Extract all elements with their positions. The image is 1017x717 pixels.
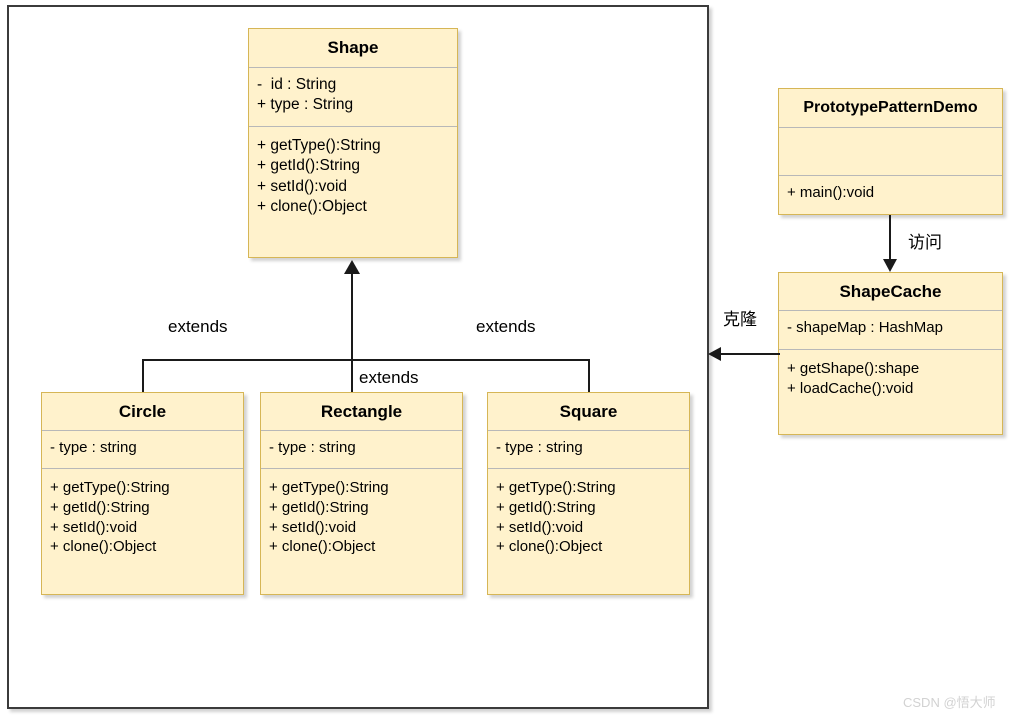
attribute-item: - type : string [496, 439, 583, 456]
class-box-prototype-pattern-demo[interactable]: PrototypePatternDemo + main():void [778, 88, 1003, 215]
method-item: + clone():Object [50, 538, 157, 556]
method-item: + setId():void [496, 518, 584, 536]
dependency-line-demo-to-cache [889, 215, 891, 259]
class-attributes-shape: - id : String + type : String [249, 68, 457, 126]
class-title-shape: Shape [327, 38, 379, 57]
inheritance-drop-circle [142, 359, 144, 393]
attribute-item: - type : string [269, 439, 356, 456]
method-item: + clone():Object [257, 198, 367, 216]
class-title-circle: Circle [118, 401, 167, 421]
method-item: + getShape():shape [787, 360, 920, 377]
method-item: + getType():String [50, 479, 170, 496]
class-attributes-shapecache: - shapeMap : HashMap [779, 311, 1002, 349]
watermark-text: CSDN @悟大师 [903, 695, 996, 710]
edge-label-access: 访问 [908, 233, 942, 252]
generalization-arrowhead-icon [344, 260, 360, 274]
attribute-item: - shapeMap : HashMap [787, 319, 943, 336]
inheritance-bus-horizontal [142, 359, 590, 361]
edge-label-extends-left: extends [168, 317, 228, 336]
class-box-shape[interactable]: Shape - id : String + type : String + ge… [248, 28, 458, 258]
class-methods-shape: + getType():String + getId():String + se… [249, 127, 457, 225]
method-item: + getType():String [257, 137, 381, 154]
attribute-item: - id : String [257, 76, 337, 93]
method-item: + getId():String [496, 498, 596, 516]
inheritance-drop-square [588, 359, 590, 393]
class-methods-shapecache: + getShape():shape + loadCache():void [779, 350, 1002, 406]
uml-diagram-canvas: Shape - id : String + type : String + ge… [0, 0, 1017, 717]
class-attributes-circle: - type : string [42, 431, 243, 468]
attribute-item: + type : String [257, 96, 354, 114]
method-item: + clone():Object [496, 538, 603, 556]
edge-label-extends-middle: extends [357, 368, 421, 388]
edge-label-clone: 克隆 [723, 310, 757, 329]
method-item: + getId():String [269, 498, 369, 516]
class-title-rectangle: Rectangle [320, 401, 403, 421]
class-methods-square: + getType():String + getId():String + se… [488, 469, 689, 564]
class-box-circle[interactable]: Circle - type : string + getType():Strin… [41, 392, 244, 595]
class-methods-prototype-pattern-demo: + main():void [779, 176, 1002, 210]
attribute-item: - type : string [50, 439, 137, 456]
class-attributes-square: - type : string [488, 431, 689, 468]
class-methods-circle: + getType():String + getId():String + se… [42, 469, 243, 564]
method-item: + setId():void [257, 177, 348, 195]
dependency-arrowhead-icon [883, 259, 897, 272]
edge-label-extends-right: extends [476, 317, 536, 336]
class-title-square: Square [559, 401, 618, 421]
method-item: + main():void [787, 184, 875, 201]
method-item: + getType():String [496, 479, 616, 496]
method-item: + setId():void [50, 518, 138, 536]
method-item: + clone():Object [269, 538, 376, 556]
class-attributes-rectangle: - type : string [261, 431, 462, 468]
class-attributes-prototype-pattern-demo [779, 128, 1002, 175]
dependency-line-cache-to-shape [720, 353, 780, 355]
inheritance-stem-vertical [351, 274, 353, 392]
method-item: + getId():String [50, 498, 150, 516]
clone-arrowhead-icon [708, 347, 721, 361]
class-box-shapecache[interactable]: ShapeCache - shapeMap : HashMap + getSha… [778, 272, 1003, 435]
class-methods-rectangle: + getType():String + getId():String + se… [261, 469, 462, 564]
class-title-prototype-pattern-demo: PrototypePatternDemo [803, 99, 978, 116]
method-item: + getId():String [257, 157, 360, 175]
class-box-square[interactable]: Square - type : string + getType():Strin… [487, 392, 690, 595]
method-item: + getType():String [269, 479, 389, 496]
method-item: + loadCache():void [787, 379, 914, 397]
class-title-shapecache: ShapeCache [839, 281, 942, 301]
class-box-rectangle[interactable]: Rectangle - type : string + getType():St… [260, 392, 463, 595]
method-item: + setId():void [269, 518, 357, 536]
